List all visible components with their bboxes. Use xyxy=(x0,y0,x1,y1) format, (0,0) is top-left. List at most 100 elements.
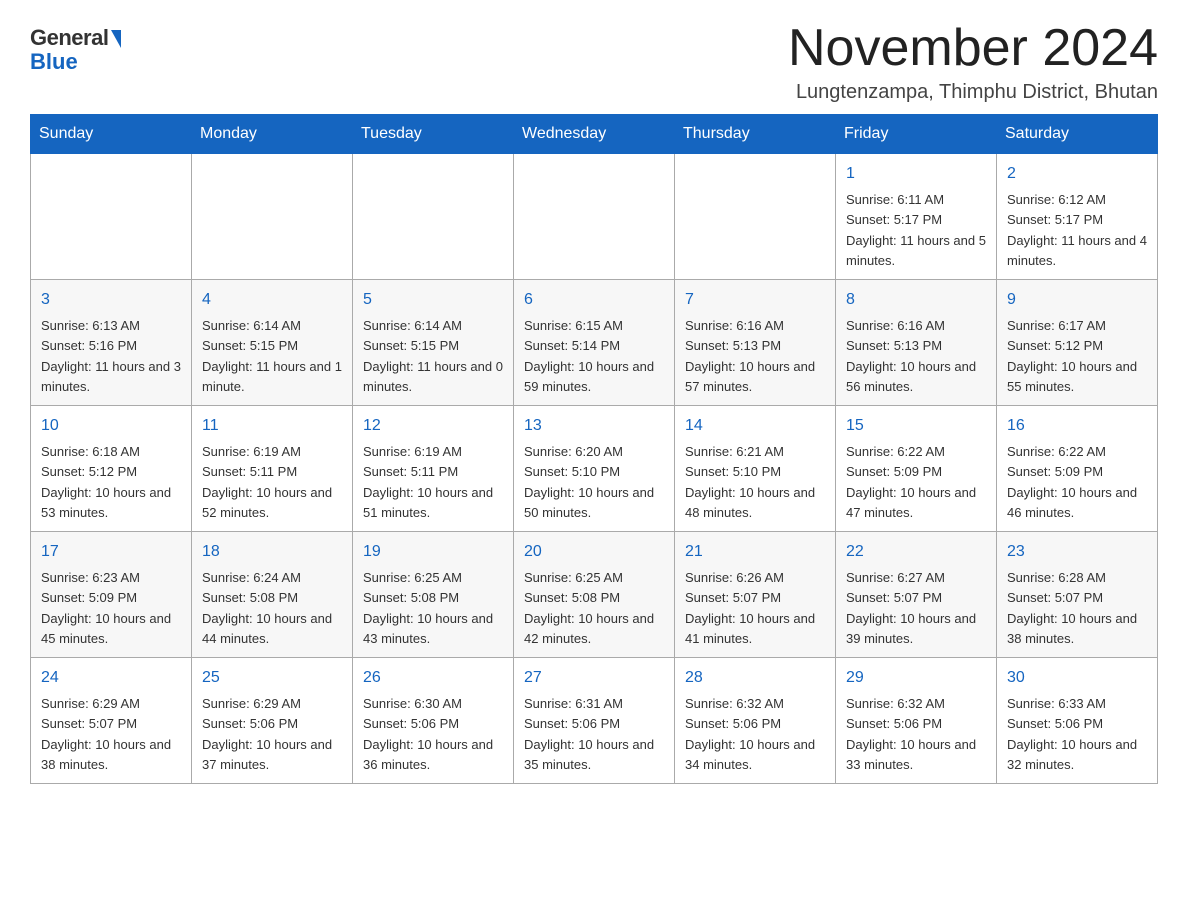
day-info: Sunrise: 6:29 AM Sunset: 5:07 PM Dayligh… xyxy=(41,696,171,772)
day-number: 30 xyxy=(1007,666,1147,690)
calendar-cell: 5 Sunrise: 6:14 AM Sunset: 5:15 PM Daylig… xyxy=(353,280,514,406)
calendar-cell xyxy=(192,154,353,280)
day-info: Sunrise: 6:14 AM Sunset: 5:15 PM Dayligh… xyxy=(363,318,503,394)
logo: General Blue xyxy=(30,20,121,75)
day-info: Sunrise: 6:21 AM Sunset: 5:10 PM Dayligh… xyxy=(685,444,815,520)
day-number: 1 xyxy=(846,162,986,186)
calendar-cell: 28 Sunrise: 6:32 AM Sunset: 5:06 PM Dayli… xyxy=(675,658,836,784)
day-number: 15 xyxy=(846,414,986,438)
logo-general-text: General xyxy=(30,25,108,51)
page-header: General Blue November 2024 Lungtenzampa,… xyxy=(30,20,1158,104)
calendar-cell: 21Sunrise: 6:26 AM Sunset: 5:07 PM Dayli… xyxy=(675,532,836,658)
weekday-header-sunday: Sunday xyxy=(31,115,192,154)
calendar-week-row: 10Sunrise: 6:18 AM Sunset: 5:12 PM Dayli… xyxy=(31,406,1158,532)
day-info: Sunrise: 6:24 AM Sunset: 5:08 PM Dayligh… xyxy=(202,570,332,646)
weekday-header-saturday: Saturday xyxy=(997,115,1158,154)
day-info: Sunrise: 6:33 AM Sunset: 5:06 PM Dayligh… xyxy=(1007,696,1137,772)
logo-arrow-icon xyxy=(111,30,121,48)
day-number: 18 xyxy=(202,540,342,564)
day-number: 7 xyxy=(685,288,825,312)
calendar-cell: 26 Sunrise: 6:30 AM Sunset: 5:06 PM Dayli… xyxy=(353,658,514,784)
day-number: 17 xyxy=(41,540,181,564)
day-number: 6 xyxy=(524,288,664,312)
day-number: 25 xyxy=(202,666,342,690)
calendar-cell: 14 Sunrise: 6:21 AM Sunset: 5:10 PM Dayli… xyxy=(675,406,836,532)
day-number: 29 xyxy=(846,666,986,690)
day-info: Sunrise: 6:32 AM Sunset: 5:06 PM Dayligh… xyxy=(846,696,976,772)
calendar-cell: 1Sunrise: 6:11 AM Sunset: 5:17 PM Daylig… xyxy=(836,154,997,280)
day-number: 27 xyxy=(524,666,664,690)
calendar-cell: 19 Sunrise: 6:25 AM Sunset: 5:08 PM Dayli… xyxy=(353,532,514,658)
day-info: Sunrise: 6:22 AM Sunset: 5:09 PM Dayligh… xyxy=(846,444,976,520)
title-section: November 2024 Lungtenzampa, Thimphu Dist… xyxy=(788,20,1158,104)
calendar-cell: 18 Sunrise: 6:24 AM Sunset: 5:08 PM Dayli… xyxy=(192,532,353,658)
day-info: Sunrise: 6:32 AM Sunset: 5:06 PM Dayligh… xyxy=(685,696,815,772)
calendar-cell: 2 Sunrise: 6:12 AM Sunset: 5:17 PM Daylig… xyxy=(997,154,1158,280)
day-number: 5 xyxy=(363,288,503,312)
day-number: 16 xyxy=(1007,414,1147,438)
calendar-cell: 22 Sunrise: 6:27 AM Sunset: 5:07 PM Dayli… xyxy=(836,532,997,658)
calendar-cell: 3 Sunrise: 6:13 AM Sunset: 5:16 PM Daylig… xyxy=(31,280,192,406)
calendar-table: SundayMondayTuesdayWednesdayThursdayFrid… xyxy=(30,114,1158,784)
weekday-header-friday: Friday xyxy=(836,115,997,154)
calendar-cell: 9 Sunrise: 6:17 AM Sunset: 5:12 PM Daylig… xyxy=(997,280,1158,406)
calendar-cell xyxy=(353,154,514,280)
day-info: Sunrise: 6:25 AM Sunset: 5:08 PM Dayligh… xyxy=(363,570,493,646)
day-info: Sunrise: 6:20 AM Sunset: 5:10 PM Dayligh… xyxy=(524,444,654,520)
calendar-cell xyxy=(514,154,675,280)
calendar-cell: 6 Sunrise: 6:15 AM Sunset: 5:14 PM Daylig… xyxy=(514,280,675,406)
calendar-cell: 7 Sunrise: 6:16 AM Sunset: 5:13 PM Daylig… xyxy=(675,280,836,406)
day-number: 23 xyxy=(1007,540,1147,564)
calendar-cell xyxy=(675,154,836,280)
calendar-cell: 8Sunrise: 6:16 AM Sunset: 5:13 PM Daylig… xyxy=(836,280,997,406)
day-info: Sunrise: 6:26 AM Sunset: 5:07 PM Dayligh… xyxy=(685,570,815,646)
day-info: Sunrise: 6:15 AM Sunset: 5:14 PM Dayligh… xyxy=(524,318,654,394)
calendar-cell: 30 Sunrise: 6:33 AM Sunset: 5:06 PM Dayli… xyxy=(997,658,1158,784)
calendar-cell: 20Sunrise: 6:25 AM Sunset: 5:08 PM Dayli… xyxy=(514,532,675,658)
day-info: Sunrise: 6:16 AM Sunset: 5:13 PM Dayligh… xyxy=(685,318,815,394)
day-info: Sunrise: 6:19 AM Sunset: 5:11 PM Dayligh… xyxy=(202,444,332,520)
calendar-cell: 16Sunrise: 6:22 AM Sunset: 5:09 PM Dayli… xyxy=(997,406,1158,532)
day-info: Sunrise: 6:27 AM Sunset: 5:07 PM Dayligh… xyxy=(846,570,976,646)
day-info: Sunrise: 6:12 AM Sunset: 5:17 PM Dayligh… xyxy=(1007,192,1147,268)
calendar-cell: 4Sunrise: 6:14 AM Sunset: 5:15 PM Daylig… xyxy=(192,280,353,406)
weekday-header-row: SundayMondayTuesdayWednesdayThursdayFrid… xyxy=(31,115,1158,154)
calendar-cell xyxy=(31,154,192,280)
day-info: Sunrise: 6:19 AM Sunset: 5:11 PM Dayligh… xyxy=(363,444,493,520)
day-number: 14 xyxy=(685,414,825,438)
day-number: 13 xyxy=(524,414,664,438)
calendar-header: SundayMondayTuesdayWednesdayThursdayFrid… xyxy=(31,115,1158,154)
day-number: 19 xyxy=(363,540,503,564)
day-number: 4 xyxy=(202,288,342,312)
day-info: Sunrise: 6:25 AM Sunset: 5:08 PM Dayligh… xyxy=(524,570,654,646)
day-number: 28 xyxy=(685,666,825,690)
calendar-body: 1Sunrise: 6:11 AM Sunset: 5:17 PM Daylig… xyxy=(31,154,1158,784)
day-number: 2 xyxy=(1007,162,1147,186)
weekday-header-monday: Monday xyxy=(192,115,353,154)
day-info: Sunrise: 6:29 AM Sunset: 5:06 PM Dayligh… xyxy=(202,696,332,772)
day-info: Sunrise: 6:13 AM Sunset: 5:16 PM Dayligh… xyxy=(41,318,181,394)
day-number: 3 xyxy=(41,288,181,312)
day-info: Sunrise: 6:30 AM Sunset: 5:06 PM Dayligh… xyxy=(363,696,493,772)
weekday-header-wednesday: Wednesday xyxy=(514,115,675,154)
day-info: Sunrise: 6:17 AM Sunset: 5:12 PM Dayligh… xyxy=(1007,318,1137,394)
day-number: 22 xyxy=(846,540,986,564)
day-number: 11 xyxy=(202,414,342,438)
day-number: 9 xyxy=(1007,288,1147,312)
day-info: Sunrise: 6:23 AM Sunset: 5:09 PM Dayligh… xyxy=(41,570,171,646)
calendar-cell: 25 Sunrise: 6:29 AM Sunset: 5:06 PM Dayli… xyxy=(192,658,353,784)
calendar-cell: 29 Sunrise: 6:32 AM Sunset: 5:06 PM Dayli… xyxy=(836,658,997,784)
day-info: Sunrise: 6:16 AM Sunset: 5:13 PM Dayligh… xyxy=(846,318,976,394)
calendar-week-row: 17 Sunrise: 6:23 AM Sunset: 5:09 PM Dayli… xyxy=(31,532,1158,658)
calendar-cell: 24 Sunrise: 6:29 AM Sunset: 5:07 PM Dayli… xyxy=(31,658,192,784)
calendar-week-row: 1Sunrise: 6:11 AM Sunset: 5:17 PM Daylig… xyxy=(31,154,1158,280)
day-number: 12 xyxy=(363,414,503,438)
calendar-cell: 15 Sunrise: 6:22 AM Sunset: 5:09 PM Dayli… xyxy=(836,406,997,532)
day-info: Sunrise: 6:31 AM Sunset: 5:06 PM Dayligh… xyxy=(524,696,654,772)
calendar-cell: 27 Sunrise: 6:31 AM Sunset: 5:06 PM Dayli… xyxy=(514,658,675,784)
day-number: 26 xyxy=(363,666,503,690)
day-number: 24 xyxy=(41,666,181,690)
calendar-cell: 17 Sunrise: 6:23 AM Sunset: 5:09 PM Dayli… xyxy=(31,532,192,658)
calendar-cell: 11 Sunrise: 6:19 AM Sunset: 5:11 PM Dayli… xyxy=(192,406,353,532)
weekday-header-thursday: Thursday xyxy=(675,115,836,154)
